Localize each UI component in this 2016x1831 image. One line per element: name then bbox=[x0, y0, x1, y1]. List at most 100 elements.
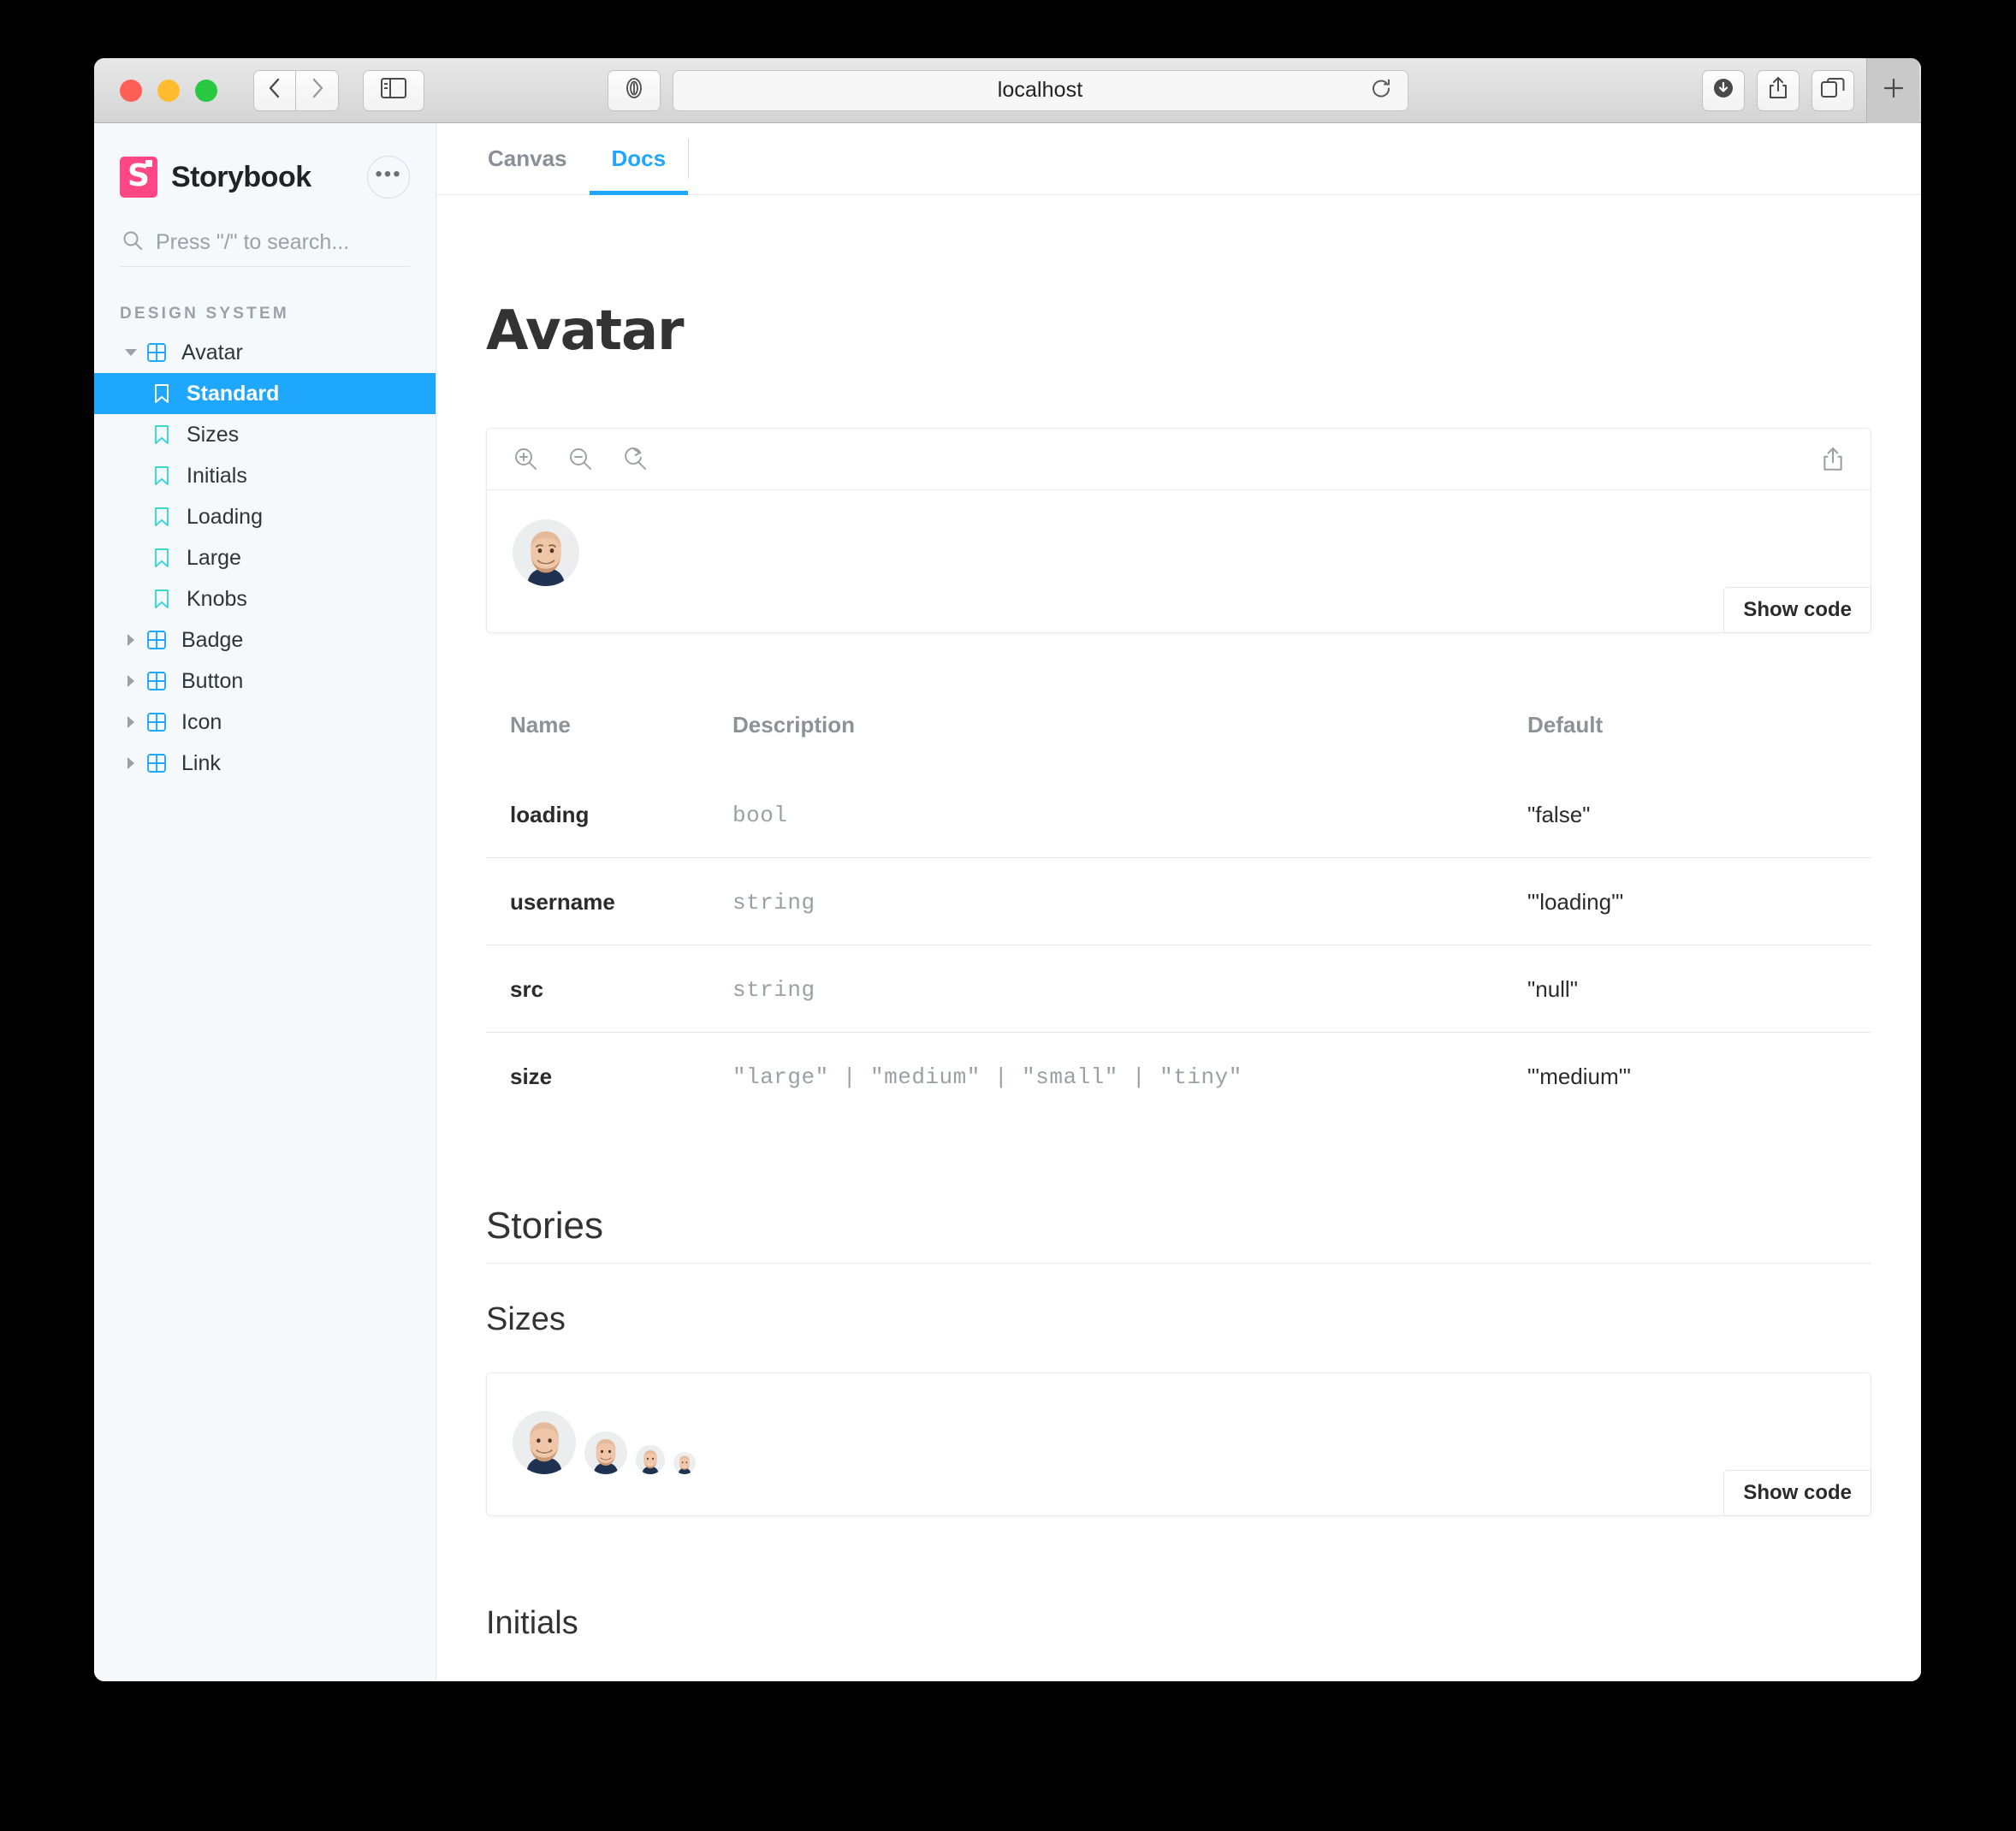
sidebar-tree: Avatar Standard Sizes Initials Loading Large K… bbox=[94, 332, 436, 784]
avatar-small bbox=[636, 1445, 665, 1474]
chevron-right-icon[interactable] bbox=[120, 675, 142, 687]
preview-toolbar bbox=[487, 429, 1871, 490]
sidebar-item-sizes[interactable]: Sizes bbox=[94, 414, 436, 455]
sidebar-search[interactable] bbox=[120, 229, 410, 267]
tab-docs[interactable]: Docs bbox=[589, 123, 689, 195]
zoom-out-icon[interactable] bbox=[567, 446, 595, 473]
prop-name: loading bbox=[510, 802, 590, 827]
sidebar-toggle-button[interactable] bbox=[363, 69, 424, 111]
props-table: Name Description Default loading bool "fal… bbox=[486, 712, 1871, 1119]
avatar bbox=[513, 519, 579, 586]
story-bookmark-icon bbox=[147, 383, 176, 404]
sidebar-item-loading[interactable]: Loading bbox=[94, 496, 436, 537]
sidebar-item-large[interactable]: Large bbox=[94, 537, 436, 578]
sidebar-item-label: Badge bbox=[181, 627, 244, 652]
chevron-right-icon[interactable] bbox=[120, 716, 142, 728]
storybook-logo-icon[interactable]: S bbox=[120, 157, 157, 198]
sidebar-item-label: Initials bbox=[187, 463, 247, 488]
sidebar-item-icon[interactable]: Icon bbox=[94, 702, 436, 743]
story-heading-sizes: Sizes bbox=[486, 1301, 566, 1337]
browser-titlebar: localhost bbox=[94, 58, 1921, 123]
prop-default: "false" bbox=[1527, 802, 1591, 827]
avatar-tiny bbox=[673, 1452, 696, 1474]
avatar-photo bbox=[673, 1452, 696, 1474]
address-area: localhost bbox=[607, 69, 1408, 111]
sidebar-item-initials[interactable]: Initials bbox=[94, 455, 436, 496]
search-input[interactable] bbox=[156, 230, 408, 255]
maximize-window-button[interactable] bbox=[195, 79, 217, 102]
show-code-button-sizes[interactable]: Show code bbox=[1723, 1470, 1871, 1516]
storybook-app: S Storybook ••• DESIGN SYSTEM Avatar Stan… bbox=[94, 123, 1921, 1681]
reload-icon[interactable] bbox=[1370, 77, 1392, 104]
prop-name: size bbox=[486, 1032, 709, 1119]
prop-description: bool bbox=[732, 802, 788, 828]
prop-description: "large" | "medium" | "small" | "tiny" bbox=[709, 1032, 1503, 1119]
component-grid-icon bbox=[142, 671, 171, 691]
content-tabbar: Canvas Docs bbox=[436, 123, 1921, 195]
component-grid-icon bbox=[142, 712, 171, 732]
prop-name: username bbox=[486, 857, 709, 945]
open-in-new-tab-icon[interactable] bbox=[1821, 447, 1845, 472]
sidebar-toggle-icon bbox=[381, 78, 406, 103]
close-window-button[interactable] bbox=[120, 79, 142, 102]
sidebar-item-link[interactable]: Link bbox=[94, 743, 436, 784]
docs-scroll-area[interactable]: Avatar Show code Name Description Defaul… bbox=[436, 195, 1921, 1681]
component-grid-icon bbox=[142, 630, 171, 650]
show-code-button[interactable]: Show code bbox=[1723, 587, 1871, 633]
story-bookmark-icon bbox=[147, 548, 176, 568]
sidebar-item-knobs[interactable]: Knobs bbox=[94, 578, 436, 619]
browser-window: localhost S Storybook ••• Press "/" to s… bbox=[94, 58, 1921, 1681]
share-button[interactable] bbox=[1757, 69, 1800, 111]
reader-mode-button[interactable] bbox=[607, 69, 661, 111]
prop-description: string bbox=[709, 945, 1503, 1033]
sidebar-item-label: Button bbox=[181, 668, 244, 693]
forward-button[interactable] bbox=[296, 69, 339, 111]
chevron-right-icon[interactable] bbox=[120, 757, 142, 769]
tab-overview-button[interactable] bbox=[1811, 69, 1854, 111]
chevron-down-icon[interactable] bbox=[120, 348, 142, 357]
sidebar-item-standard[interactable]: Standard bbox=[94, 373, 436, 414]
story-bookmark-icon bbox=[147, 424, 176, 445]
avatar-photo bbox=[513, 519, 579, 586]
sidebar-item-avatar[interactable]: Avatar bbox=[94, 332, 436, 373]
sidebar-item-label: Sizes bbox=[187, 422, 240, 447]
downloads-icon bbox=[1711, 76, 1735, 104]
tab-overview-icon bbox=[1821, 77, 1845, 104]
table-row: size "large" | "medium" | "small" | "tiny… bbox=[486, 1032, 1871, 1119]
story-bookmark-icon bbox=[147, 465, 176, 486]
logo-nub bbox=[145, 160, 152, 167]
minimize-window-button[interactable] bbox=[157, 79, 180, 102]
sidebar-item-badge[interactable]: Badge bbox=[94, 619, 436, 661]
sidebar-item-label: Knobs bbox=[187, 586, 247, 611]
share-icon bbox=[1767, 76, 1789, 104]
sidebar-item-label: Icon bbox=[181, 709, 222, 734]
table-row: loading bool "false" bbox=[486, 771, 1871, 858]
new-tab-button[interactable] bbox=[1866, 58, 1919, 123]
story-heading-initials: Initials bbox=[486, 1605, 578, 1641]
sidebar-section-label: DESIGN SYSTEM bbox=[120, 305, 289, 323]
zoom-reset-icon[interactable] bbox=[622, 446, 649, 473]
back-button[interactable] bbox=[253, 69, 296, 111]
prop-default: "'loading'" bbox=[1503, 857, 1871, 945]
table-row: username string "'loading'" bbox=[486, 857, 1871, 945]
address-bar[interactable]: localhost bbox=[672, 69, 1408, 111]
primary-story-stage: Show code bbox=[487, 490, 1871, 633]
browser-right-tools bbox=[1702, 58, 1919, 123]
navigation-buttons bbox=[253, 69, 339, 111]
sidebar-menu-button[interactable]: ••• bbox=[367, 156, 410, 199]
column-header-description: Description bbox=[732, 712, 856, 738]
chevron-right-icon[interactable] bbox=[120, 634, 142, 646]
new-tab-plus-icon bbox=[1881, 75, 1906, 105]
prop-default: "null" bbox=[1503, 945, 1871, 1033]
avatar-medium bbox=[584, 1431, 627, 1474]
sidebar-item-label: Loading bbox=[187, 504, 263, 529]
tab-canvas[interactable]: Canvas bbox=[465, 123, 590, 194]
tabbar-divider bbox=[688, 139, 690, 179]
primary-story-preview: Show code bbox=[486, 428, 1871, 633]
back-chevron-icon bbox=[266, 76, 283, 104]
sidebar-item-button[interactable]: Button bbox=[94, 661, 436, 702]
downloads-button[interactable] bbox=[1702, 69, 1745, 111]
zoom-in-icon[interactable] bbox=[513, 446, 540, 473]
story-preview-sizes: Show code bbox=[486, 1372, 1871, 1516]
search-icon bbox=[122, 229, 144, 256]
